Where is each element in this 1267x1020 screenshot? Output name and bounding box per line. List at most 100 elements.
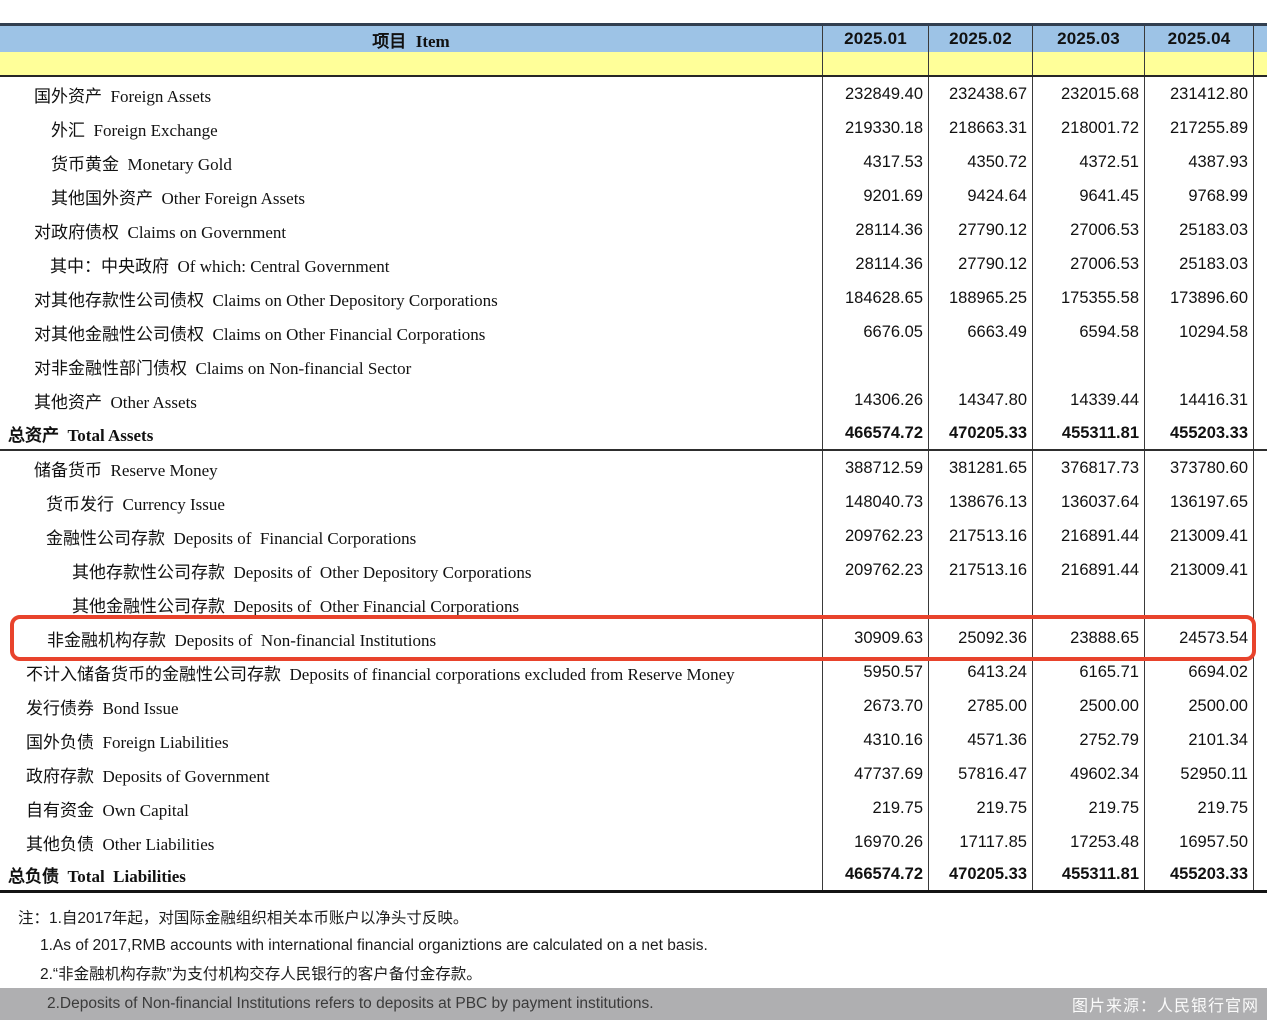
table-row: 国外负债 Foreign Liabilities 4310.16 4571.36…	[0, 723, 1267, 757]
value-cell: 23888.65	[1032, 621, 1144, 655]
value-cell: 455203.33	[1144, 859, 1253, 890]
value-cell: 232849.40	[822, 77, 928, 111]
footnote-2-en: 2.Deposits of Non-financial Institutions…	[47, 995, 654, 1013]
table-row: 对其他存款性公司债权 Claims on Other Depository Co…	[0, 281, 1267, 315]
value-cell: 57816.47	[928, 757, 1032, 791]
clipped-cell	[1253, 213, 1267, 247]
item-label: 其他国外资产 Other Foreign Assets	[0, 184, 822, 209]
value-cell	[822, 349, 928, 383]
value-cell: 25183.03	[1144, 213, 1253, 247]
item-label-zh: 其他资产	[34, 393, 102, 412]
value-cell: 466574.72	[822, 859, 928, 890]
item-label-zh: 国外资产	[34, 87, 102, 106]
value-cell	[1144, 587, 1253, 621]
value-cell: 4310.16	[822, 723, 928, 757]
item-label-en: Claims on Non-financial Sector	[187, 359, 411, 378]
item-label-en: Total Assets	[59, 426, 153, 445]
clipped-cell	[1253, 757, 1267, 791]
table-row: 外汇 Foreign Exchange 219330.18 218663.31 …	[0, 111, 1267, 145]
column-header-2025-01: 2025.01	[822, 26, 928, 52]
column-header-2025-02: 2025.02	[928, 26, 1032, 52]
value-cell: 2785.00	[928, 689, 1032, 723]
value-cell: 2101.34	[1144, 723, 1253, 757]
value-cell: 6165.71	[1032, 655, 1144, 689]
item-label: 对非金融性部门债权 Claims on Non-financial Sector	[0, 354, 822, 379]
clipped-cell	[1253, 655, 1267, 689]
item-label-en: Foreign Liabilities	[94, 733, 229, 752]
item-label-zh: 其他负债	[26, 835, 94, 854]
value-cell: 470205.33	[928, 417, 1032, 449]
item-label: 其中：中央政府 Of which: Central Government	[0, 252, 822, 277]
footnote-2-zh: 2.“非金融机构存款”为支付机构交存人民银行的客户备付金存款。	[40, 962, 482, 984]
clipped-cell	[1253, 315, 1267, 349]
item-label-en: Deposits of Government	[94, 767, 270, 786]
item-label-en: Reserve Money	[102, 461, 218, 480]
table-row: 不计入储备货币的金融性公司存款 Deposits of financial co…	[0, 655, 1267, 689]
value-cell: 14339.44	[1032, 383, 1144, 417]
footnote-1-zh: 注：1.自2017年起，对国际金融组织相关本币账户以净头寸反映。	[18, 906, 468, 928]
value-cell: 52950.11	[1144, 757, 1253, 791]
table-row: 总负债 Total Liabilities 466574.72 470205.3…	[0, 859, 1267, 893]
clipped-cell	[1253, 383, 1267, 417]
value-cell: 9768.99	[1144, 179, 1253, 213]
value-cell: 218001.72	[1032, 111, 1144, 145]
item-label-en: Monetary Gold	[119, 155, 232, 174]
value-cell: 25092.36	[928, 621, 1032, 655]
item-label: 其他存款性公司存款 Deposits of Other Depository C…	[0, 558, 822, 583]
item-label-en: Other Assets	[102, 393, 197, 412]
value-cell: 216891.44	[1032, 519, 1144, 553]
value-cell: 6694.02	[1144, 655, 1253, 689]
item-label: 对政府债权 Claims on Government	[0, 218, 822, 243]
clipped-cell	[1253, 689, 1267, 723]
value-cell	[928, 587, 1032, 621]
item-label: 非金融机构存款 Deposits of Non-financial Instit…	[0, 626, 822, 651]
clipped-cell	[1253, 519, 1267, 553]
value-cell: 17117.85	[928, 825, 1032, 859]
value-cell: 466574.72	[822, 417, 928, 449]
table-row: 总资产 Total Assets 466574.72 470205.33 455…	[0, 417, 1267, 451]
value-cell: 455311.81	[1032, 859, 1144, 890]
value-cell: 27790.12	[928, 247, 1032, 281]
value-cell: 232015.68	[1032, 77, 1144, 111]
item-label-en: Deposits of financial corporations exclu…	[281, 665, 735, 684]
value-cell: 455203.33	[1144, 417, 1253, 449]
value-cell: 28114.36	[822, 247, 928, 281]
table-row: 其他负债 Other Liabilities 16970.26 17117.85…	[0, 825, 1267, 859]
value-cell: 2500.00	[1144, 689, 1253, 723]
item-label: 金融性公司存款 Deposits of Financial Corporatio…	[0, 524, 822, 549]
value-cell: 16957.50	[1144, 825, 1253, 859]
item-label-en: Deposits of Non-financial Institutions	[166, 631, 436, 650]
value-cell: 16970.26	[822, 825, 928, 859]
clipped-cell	[1253, 859, 1267, 890]
item-label: 对其他金融性公司债权 Claims on Other Financial Cor…	[0, 320, 822, 345]
value-cell: 148040.73	[822, 485, 928, 519]
subheader-clipped-cell	[1253, 52, 1267, 75]
item-label: 国外负债 Foreign Liabilities	[0, 728, 822, 753]
image-source-watermark: 图片来源：人民银行官网	[1072, 992, 1259, 1016]
value-cell: 14306.26	[822, 383, 928, 417]
table-body: 国外资产 Foreign Assets 232849.40 232438.67 …	[0, 77, 1267, 893]
value-cell: 136197.65	[1144, 485, 1253, 519]
table-row: 对政府债权 Claims on Government 28114.36 2779…	[0, 213, 1267, 247]
value-cell: 175355.58	[1032, 281, 1144, 315]
item-label: 其他负债 Other Liabilities	[0, 830, 822, 855]
item-label: 其他金融性公司存款 Deposits of Other Financial Co…	[0, 592, 822, 617]
value-cell: 216891.44	[1032, 553, 1144, 587]
value-cell: 209762.23	[822, 519, 928, 553]
item-label-zh: 其他金融性公司存款	[72, 597, 225, 616]
table-row: 发行债券 Bond Issue 2673.70 2785.00 2500.00 …	[0, 689, 1267, 723]
table-row: 其中：中央政府 Of which: Central Government 281…	[0, 247, 1267, 281]
table-row: 国外资产 Foreign Assets 232849.40 232438.67 …	[0, 77, 1267, 111]
item-label-zh: 总资产	[8, 426, 59, 445]
pbc-balance-sheet-page: 项目 Item 2025.01 2025.02 2025.03 2025.04 …	[0, 0, 1267, 1020]
footer-band: 2.Deposits of Non-financial Institutions…	[0, 988, 1267, 1020]
table-row: 政府存款 Deposits of Government 47737.69 578…	[0, 757, 1267, 791]
item-label-zh: 政府存款	[26, 767, 94, 786]
value-cell: 10294.58	[1144, 315, 1253, 349]
table-header-row: 项目 Item 2025.01 2025.02 2025.03 2025.04	[0, 26, 1267, 52]
item-label-zh: 自有资金	[26, 801, 94, 820]
table-row: 其他金融性公司存款 Deposits of Other Financial Co…	[0, 587, 1267, 621]
value-cell: 4571.36	[928, 723, 1032, 757]
clipped-cell	[1253, 349, 1267, 383]
clipped-cell	[1253, 621, 1267, 655]
